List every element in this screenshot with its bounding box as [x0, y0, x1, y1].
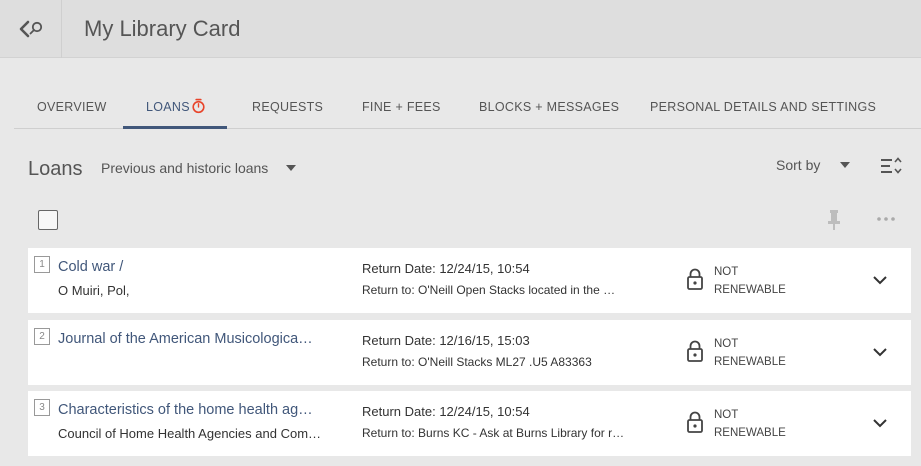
tab-loans[interactable]: LOANS	[146, 84, 206, 129]
item-title-link[interactable]: Journal of the American Musicologica…	[58, 331, 338, 347]
return-location: Return to: Burns KC - Ask at Burns Libra…	[362, 426, 625, 440]
caret-down-icon	[840, 162, 851, 168]
item-title-link[interactable]: Characteristics of the home health ag…	[58, 402, 338, 418]
loans-filter-dropdown[interactable]: Previous and historic loans	[101, 160, 297, 176]
active-tab-indicator	[123, 126, 227, 129]
pin-icon[interactable]	[824, 208, 844, 232]
renewal-status: NOT RENEWABLE	[714, 266, 786, 296]
tab-bar: OVERVIEW LOANS REQUESTS FINE + FEES BLOC…	[14, 84, 921, 129]
filter-label: Previous and historic loans	[101, 160, 269, 176]
chevron-down-icon[interactable]	[870, 342, 890, 362]
tab-requests[interactable]: REQUESTS	[252, 84, 323, 129]
loan-item: 1 Cold war / O Muiri, Pol, Return Date: …	[28, 248, 911, 313]
loan-item: 3 Characteristics of the home health ag……	[28, 391, 911, 456]
more-options-icon[interactable]	[874, 209, 898, 229]
item-number: 1	[34, 256, 50, 273]
item-author: O Muiri, Pol,	[58, 283, 130, 298]
return-date: Return Date: 12/16/15, 15:03	[362, 333, 530, 348]
back-button[interactable]	[0, 0, 62, 58]
return-location: Return to: O'Neill Stacks ML27 .U5 A8336…	[362, 355, 592, 369]
tab-fine-fees[interactable]: FINE + FEES	[362, 84, 441, 129]
lock-icon	[687, 411, 703, 433]
sort-by-dropdown[interactable]: Sort by	[776, 157, 851, 173]
return-date: Return Date: 12/24/15, 10:54	[362, 404, 530, 419]
loan-item: 2 Journal of the American Musicologica… …	[28, 320, 911, 385]
loans-heading: Loans	[28, 158, 83, 180]
tab-personal-details-settings[interactable]: PERSONAL DETAILS AND SETTINGS	[650, 84, 876, 129]
return-location: Return to: O'Neill Open Stacks located i…	[362, 283, 616, 297]
tab-blocks-messages[interactable]: BLOCKS + MESSAGES	[479, 84, 619, 129]
back-search-icon	[19, 20, 42, 38]
tab-loans-label: LOANS	[146, 99, 190, 114]
top-bar: My Library Card	[0, 0, 921, 58]
item-author: Council of Home Health Agencies and Com…	[58, 426, 322, 441]
item-number: 2	[34, 328, 50, 345]
chevron-down-icon[interactable]	[870, 270, 890, 290]
stopwatch-icon	[192, 98, 205, 113]
chevron-down-icon[interactable]	[870, 413, 890, 433]
renewal-status: NOT RENEWABLE	[714, 338, 786, 368]
sort-order-icon[interactable]	[878, 155, 904, 179]
return-date: Return Date: 12/24/15, 10:54	[362, 261, 530, 276]
renewal-status: NOT RENEWABLE	[714, 409, 786, 439]
item-number: 3	[34, 399, 50, 416]
lock-icon	[687, 340, 703, 362]
caret-down-icon	[286, 165, 297, 171]
select-all-checkbox[interactable]	[38, 210, 58, 230]
item-title-link[interactable]: Cold war /	[58, 259, 338, 275]
page-title: My Library Card	[84, 16, 241, 41]
lock-icon	[687, 268, 703, 290]
sort-by-label: Sort by	[776, 157, 821, 173]
tab-overview[interactable]: OVERVIEW	[37, 84, 107, 129]
